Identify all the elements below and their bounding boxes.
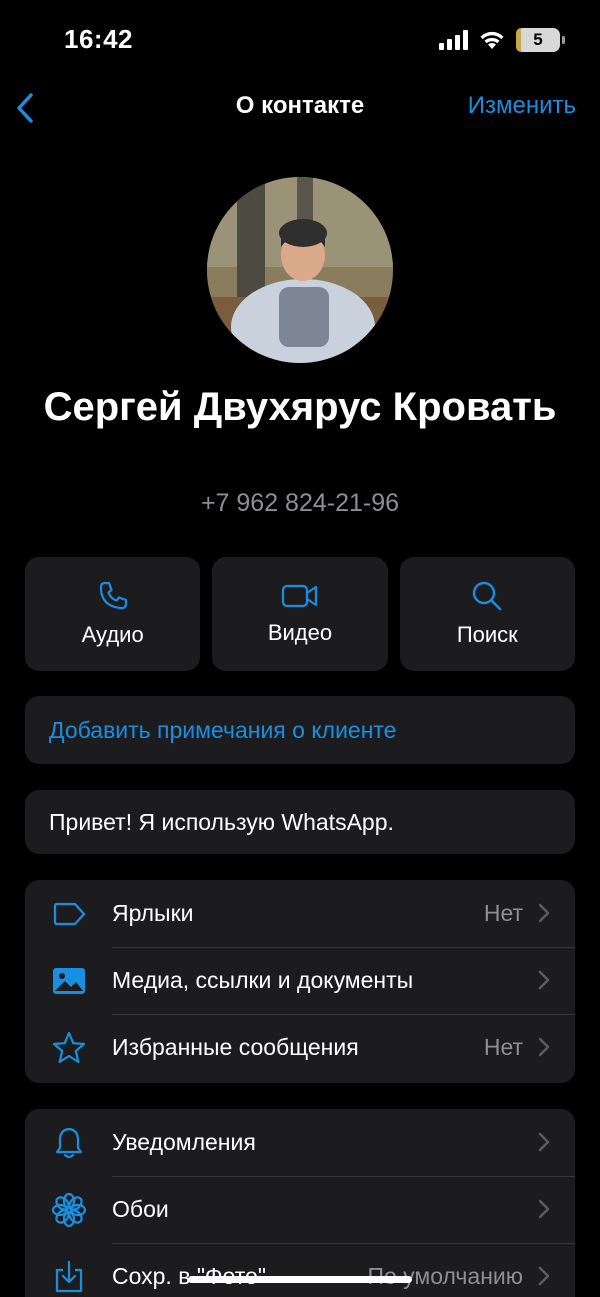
starred-value: Нет (483, 1034, 523, 1060)
action-buttons: Аудио Видео Поиск (25, 557, 575, 671)
status-time: 16:42 (64, 24, 133, 54)
chevron-right-icon (538, 1199, 550, 1219)
chevron-right-icon (538, 903, 550, 923)
status-bar: 16:42 5 (0, 0, 600, 80)
add-notes-button[interactable]: Добавить примечания о клиенте (25, 696, 575, 764)
phone-icon (99, 581, 127, 610)
battery-level: 5 (533, 30, 543, 49)
avatar[interactable] (207, 177, 393, 363)
image-icon (51, 963, 87, 999)
cellular-signal-icon (439, 30, 468, 50)
edit-button[interactable]: Изменить (468, 92, 576, 120)
tag-icon (51, 896, 87, 932)
list-item-media[interactable]: Медиа, ссылки и документы (25, 947, 575, 1014)
wallpaper-label: Обои (112, 1196, 169, 1222)
audio-call-button[interactable]: Аудио (25, 557, 201, 671)
status-indicators: 5 (439, 28, 565, 52)
battery-icon: 5 (516, 28, 565, 52)
video-call-button[interactable]: Видео (212, 557, 388, 671)
home-indicator[interactable] (188, 1276, 412, 1283)
media-label: Медиа, ссылки и документы (112, 967, 414, 993)
list-item-wallpaper[interactable]: Обои (25, 1176, 575, 1243)
search-label: Поиск (456, 622, 518, 647)
video-camera-icon (281, 584, 318, 608)
list-item-labels[interactable]: Ярлыки Нет (25, 880, 575, 947)
bell-icon (51, 1125, 87, 1161)
list-item-save-to-photos[interactable]: Сохр. в "Фото" По умолчанию (25, 1243, 575, 1297)
contact-name: Сергей Двухярус Кровать (43, 385, 557, 429)
avatar-photo (207, 177, 393, 363)
chevron-right-icon (538, 1037, 550, 1057)
wifi-icon (480, 31, 504, 49)
navigation-bar: О контакте Изменить (0, 80, 600, 136)
search-button[interactable]: Поиск (399, 557, 575, 671)
contact-info-list: Ярлыки Нет Медиа, ссылки и документы Изб… (25, 880, 575, 1083)
download-icon (51, 1259, 87, 1295)
list-item-starred[interactable]: Избранные сообщения Нет (25, 1014, 575, 1081)
audio-call-label: Аудио (81, 622, 144, 647)
search-icon (473, 581, 502, 611)
chevron-right-icon (538, 1266, 550, 1286)
video-call-label: Видео (267, 620, 333, 645)
flower-icon (51, 1192, 87, 1228)
chevron-right-icon (538, 1132, 550, 1152)
labels-value: Нет (483, 900, 523, 926)
contact-phone: +7 962 824-21-96 (200, 489, 400, 517)
star-icon (51, 1030, 87, 1066)
starred-label: Избранные сообщения (112, 1034, 359, 1060)
settings-list: Уведомления Обои Сохр. в По умолчанию (25, 1109, 575, 1297)
about-status: Привет! Я использую WhatsApp. (25, 790, 575, 854)
chevron-right-icon (538, 970, 550, 990)
list-item-notifications[interactable]: Уведомления (25, 1109, 575, 1176)
labels-label: Ярлыки (112, 900, 194, 926)
notifications-label: Уведомления (112, 1129, 256, 1155)
